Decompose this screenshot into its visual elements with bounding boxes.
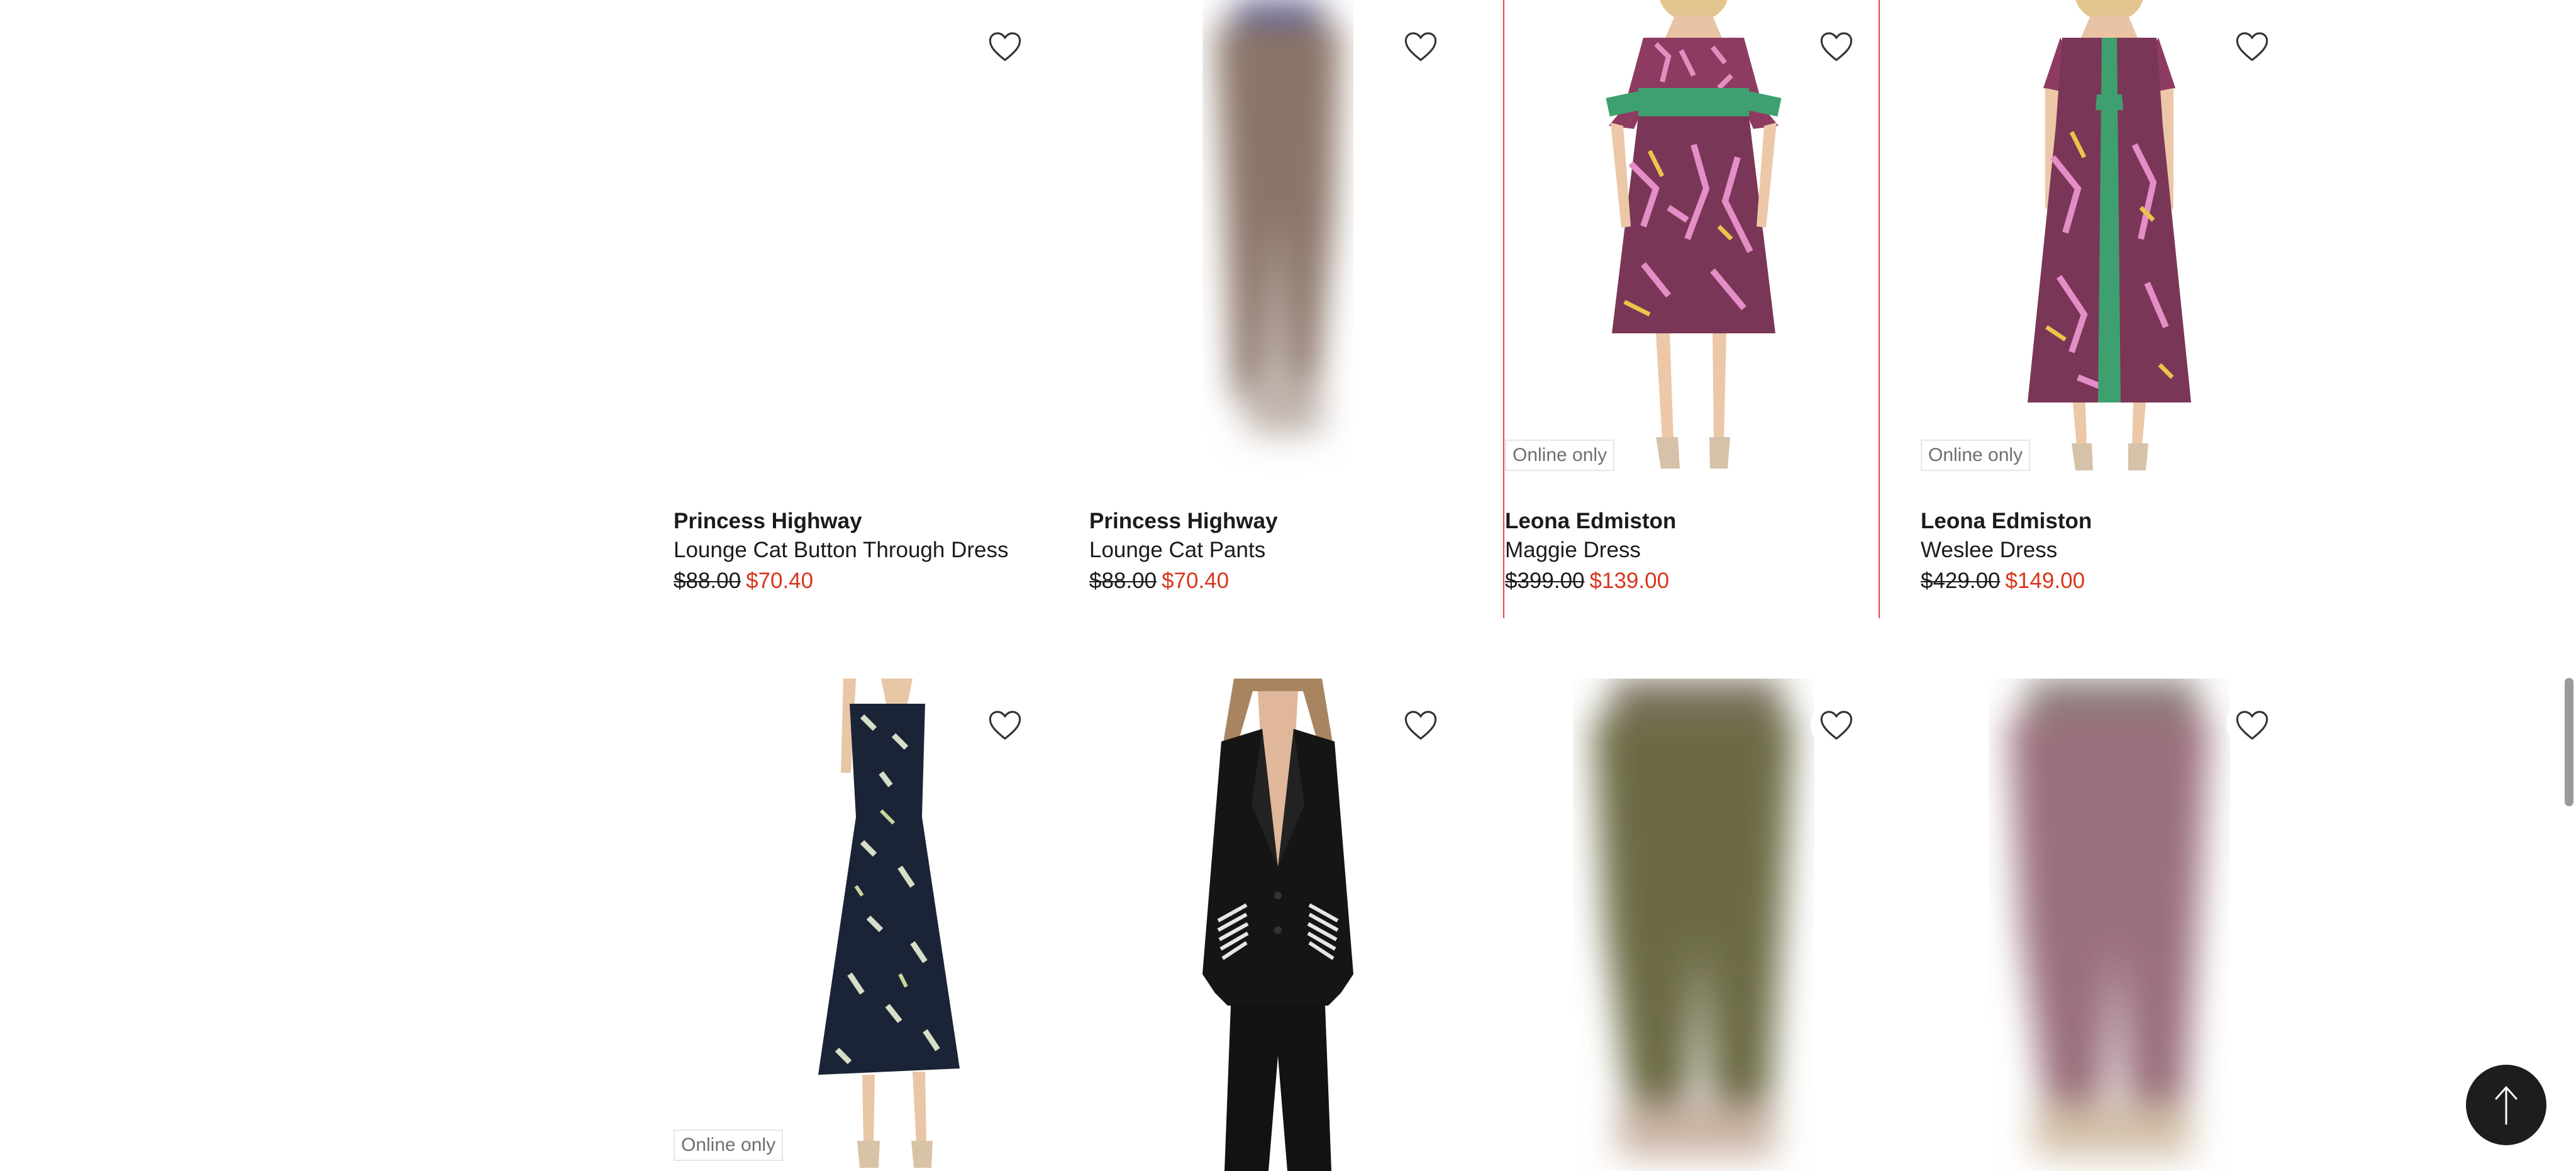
heart-outline-icon: [1404, 711, 1437, 740]
product-image[interactable]: [1505, 679, 1879, 1171]
product-price: $399.00 $139.00: [1505, 565, 1907, 597]
product-brand[interactable]: Princess Highway: [674, 507, 1076, 536]
favorite-button[interactable]: [2226, 20, 2278, 72]
product-image[interactable]: [1089, 679, 1463, 1171]
favorite-button[interactable]: [979, 699, 1031, 750]
favorite-button[interactable]: [1395, 20, 1446, 72]
blurred-pants-image: [1215, 0, 1341, 434]
product-price: $88.00 $70.40: [674, 565, 1076, 597]
sale-price: $139.00: [1589, 569, 1670, 593]
card-hover-outline-left: [1503, 0, 1504, 618]
blurred-pants-image: [1593, 679, 1794, 1157]
heart-outline-icon: [2236, 711, 2268, 740]
dress-photo: [2028, 0, 2191, 470]
sale-price: $70.40: [1162, 569, 1230, 593]
online-only-badge: Online only: [674, 1129, 784, 1161]
product-image[interactable]: Online only: [674, 679, 1047, 1171]
heart-outline-icon: [989, 32, 1021, 62]
product-name[interactable]: Lounge Cat Button Through Dress: [674, 536, 1076, 565]
product-name[interactable]: Lounge Cat Pants: [1089, 536, 1492, 565]
heart-outline-icon: [1820, 32, 1853, 62]
dress-photo: [1606, 0, 1782, 469]
product-price: $88.00 $70.40: [1089, 565, 1492, 597]
original-price: $399.00: [1505, 569, 1585, 593]
product-image[interactable]: [1921, 679, 2294, 1171]
blazer-photo: [1202, 679, 1353, 1171]
original-price: $88.00: [674, 569, 741, 593]
product-name[interactable]: Weslee Dress: [1921, 536, 2323, 565]
product-brand[interactable]: Leona Edmiston: [1505, 507, 1907, 536]
product-image[interactable]: Online only: [1505, 0, 1879, 481]
product-image[interactable]: [1089, 0, 1463, 481]
product-image[interactable]: [674, 0, 1047, 481]
favorite-button[interactable]: [979, 20, 1031, 72]
product-image[interactable]: Online only: [1921, 0, 2294, 481]
heart-outline-icon: [1820, 711, 1853, 740]
heart-outline-icon: [1404, 32, 1437, 62]
sale-price: $149.00: [2005, 569, 2085, 593]
dress-photo: [818, 679, 960, 1168]
online-only-badge: Online only: [1921, 440, 2031, 471]
original-price: $429.00: [1921, 569, 2001, 593]
online-only-badge: Online only: [1505, 440, 1615, 471]
sale-price: $70.40: [746, 569, 814, 593]
product-brand[interactable]: Leona Edmiston: [1921, 507, 2323, 536]
favorite-button[interactable]: [1395, 699, 1446, 750]
blurred-pants-image: [2009, 679, 2210, 1157]
arrow-up-icon: [2495, 1085, 2518, 1125]
product-brand[interactable]: Princess Highway: [1089, 507, 1492, 536]
scrollbar-thumb[interactable]: [2565, 678, 2573, 806]
favorite-button[interactable]: [2226, 699, 2278, 750]
product-price: $429.00 $149.00: [1921, 565, 2323, 597]
heart-outline-icon: [989, 711, 1021, 740]
original-price: $88.00: [1089, 569, 1157, 593]
product-name[interactable]: Maggie Dress: [1505, 536, 1907, 565]
back-to-top-button[interactable]: [2466, 1065, 2546, 1145]
favorite-button[interactable]: [1811, 699, 1862, 750]
heart-outline-icon: [2236, 32, 2268, 62]
favorite-button[interactable]: [1811, 20, 1862, 72]
